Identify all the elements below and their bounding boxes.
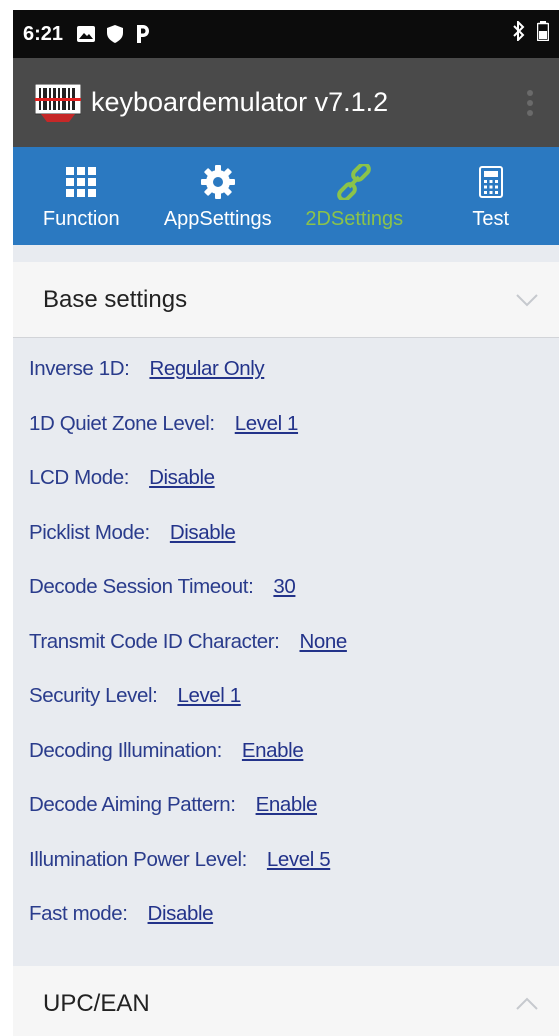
barcode-scanner-logo xyxy=(34,83,82,122)
gallery-icon xyxy=(77,26,96,42)
setting-value-link[interactable]: None xyxy=(299,630,347,654)
overflow-menu-icon[interactable] xyxy=(527,89,533,116)
setting-illumination-power-level: Illumination Power Level: Level 5 xyxy=(13,833,559,888)
setting-label: 1D Quiet Zone Level: xyxy=(29,411,215,435)
setting-value-link[interactable]: Disable xyxy=(170,521,236,545)
upc-ean-header[interactable]: UPC/EAN xyxy=(13,965,559,1036)
status-time: 6:21 xyxy=(23,22,64,45)
setting-value-link[interactable]: Disable xyxy=(149,466,215,490)
setting-decoding-illumination: Decoding Illumination: Enable xyxy=(13,724,559,779)
setting-label: LCD Mode: xyxy=(29,466,130,490)
setting-value-link[interactable]: Enable xyxy=(256,793,318,817)
tab-label: Test xyxy=(472,207,510,230)
section-title: UPC/EAN xyxy=(43,989,150,1017)
setting-value-link[interactable]: 30 xyxy=(273,575,295,599)
setting-label: Illumination Power Level: xyxy=(29,847,247,871)
chevron-up-icon xyxy=(515,990,539,1018)
setting-transmit-code-id-character: Transmit Code ID Character: None xyxy=(13,615,559,670)
battery-icon xyxy=(536,21,550,47)
setting-label: Security Level: xyxy=(29,684,158,708)
link-icon xyxy=(336,162,372,202)
setting-value-link[interactable]: Level 1 xyxy=(177,684,241,708)
setting-decode-aiming-pattern: Decode Aiming Pattern: Enable xyxy=(13,778,559,833)
calculator-icon xyxy=(478,162,503,202)
setting-label: Decode Aiming Pattern: xyxy=(29,793,236,817)
app-title: keyboardemulator v7.1.2 xyxy=(91,87,389,117)
status-bar: 6:21 xyxy=(13,10,559,58)
chevron-down-icon xyxy=(515,286,539,314)
setting-value-link[interactable]: Disable xyxy=(148,902,214,926)
base-settings-list: Inverse 1D: Regular Only 1D Quiet Zone L… xyxy=(13,338,559,942)
base-settings-header[interactable]: Base settings xyxy=(13,262,559,338)
tab-test[interactable]: Test xyxy=(423,147,559,245)
grid-icon xyxy=(66,162,97,202)
setting-value-link[interactable]: Level 5 xyxy=(267,848,331,872)
section-title: Base settings xyxy=(43,285,188,313)
setting-decode-session-timeout: Decode Session Timeout: 30 xyxy=(13,560,559,615)
tab-function[interactable]: Function xyxy=(13,147,150,245)
screen: 6:21 keyboardemulator v7.1.2 Function Ap… xyxy=(13,10,559,1036)
tab-label: 2DSettings xyxy=(305,207,404,230)
setting-security-level: Security Level: Level 1 xyxy=(13,669,559,724)
setting-label: Picklist Mode: xyxy=(29,520,150,544)
tab-label: Function xyxy=(42,207,120,230)
setting-lcd-mode: LCD Mode: Disable xyxy=(13,451,559,506)
setting-label: Decoding Illumination: xyxy=(29,738,222,762)
setting-fast-mode: Fast mode: Disable xyxy=(13,887,559,942)
setting-picklist-mode: Picklist Mode: Disable xyxy=(13,506,559,561)
setting-inverse-1d: Inverse 1D: Regular Only xyxy=(13,342,559,397)
bluetooth-icon xyxy=(513,19,525,47)
tab-label: AppSettings xyxy=(163,207,272,230)
tab-appsettings[interactable]: AppSettings xyxy=(150,147,287,245)
setting-1d-quiet-zone-level: 1D Quiet Zone Level: Level 1 xyxy=(13,397,559,452)
tab-bar: Function AppSettings 2DSettings Test xyxy=(13,147,559,245)
setting-value-link[interactable]: Level 1 xyxy=(235,412,299,436)
setting-label: Inverse 1D: xyxy=(29,357,130,381)
setting-label: Decode Session Timeout: xyxy=(29,575,254,599)
gear-icon xyxy=(200,162,235,202)
tab-2dsettings[interactable]: 2DSettings xyxy=(286,147,423,245)
parking-icon xyxy=(135,25,150,43)
setting-label: Transmit Code ID Character: xyxy=(29,629,280,653)
app-bar: keyboardemulator v7.1.2 xyxy=(13,58,559,147)
setting-value-link[interactable]: Enable xyxy=(242,739,304,763)
setting-value-link[interactable]: Regular Only xyxy=(149,357,264,381)
shield-icon xyxy=(107,25,124,43)
setting-label: Fast mode: xyxy=(29,902,128,926)
